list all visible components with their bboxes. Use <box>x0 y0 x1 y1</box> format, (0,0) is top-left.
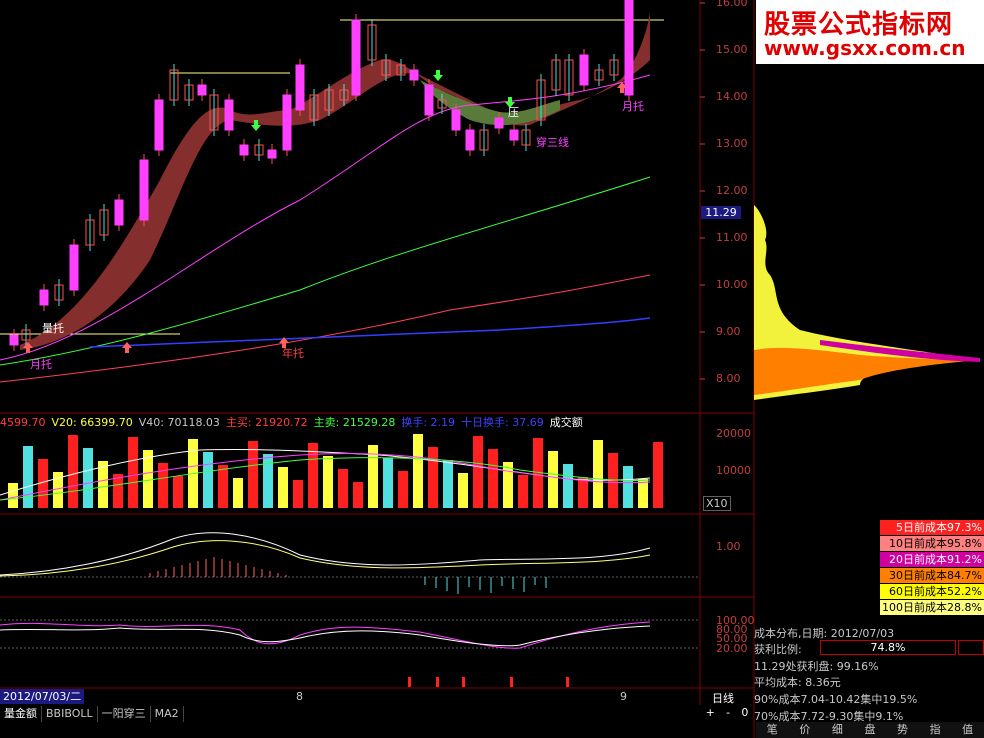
indicator-tab[interactable]: MA2 <box>151 706 184 722</box>
volume-stat: 主买: 21920.72 <box>225 416 308 429</box>
bottom-tab[interactable]: 指 <box>930 722 941 738</box>
cost-dist-title: 成本分布,日期: 2012/07/03 <box>754 627 895 640</box>
bottom-tab[interactable]: 势 <box>897 722 908 738</box>
osc1-line-yellow <box>0 540 651 577</box>
price-tick: 15.00 <box>716 43 748 56</box>
watermark-url: www.gsxx.com.cn <box>764 36 966 60</box>
zoom-controls: + - 0 <box>700 706 754 722</box>
month-label-8: 8 <box>296 690 303 703</box>
date-label: 2012/07/03/二 <box>0 689 85 704</box>
price-tick: 12.00 <box>716 184 748 197</box>
profit-label: 获利比例: <box>754 643 802 656</box>
volume-stat: 主卖: 21529.28 <box>313 416 396 429</box>
label-ya: 压 <box>508 106 519 119</box>
bottom-tabs: 笔价细盘势指值 <box>756 722 984 738</box>
label-nian-tuo: 年托 <box>282 347 304 360</box>
price-tick: 13.00 <box>716 137 748 150</box>
bottom-tab[interactable]: 值 <box>962 722 973 738</box>
osc1-line-white <box>0 532 651 576</box>
volume-stat: 十日换手: 37.69 <box>461 416 544 429</box>
profit-bar-end <box>958 640 984 655</box>
profit-at-price: 11.29处获利盘: 99.16% <box>754 660 879 673</box>
indicator-tab[interactable]: BBIBOLL <box>42 706 98 722</box>
ma-line-blue <box>89 317 651 348</box>
volume-unit: X10 <box>703 496 731 511</box>
price-tick: 16.00 <box>716 0 748 9</box>
avg-cost: 平均成本: 8.36元 <box>754 676 841 689</box>
indicator-tabs: 量金额 BBIBOLL 一阳穿三 MA2 <box>0 706 184 722</box>
osc1-histogram <box>149 557 547 594</box>
volume-bars <box>8 434 663 508</box>
indicator-tab[interactable]: 一阳穿三 <box>98 706 151 722</box>
profit-bar: 74.8% <box>820 640 956 655</box>
signal-bars <box>408 677 569 687</box>
label-yue-tuo-2: 月托 <box>622 100 644 113</box>
cost-row[interactable]: 60日前成本52.2% <box>880 584 984 599</box>
watermark-logo: 股票公式指标网 www.gsxx.com.cn <box>756 0 984 64</box>
zoom-out-button[interactable]: - <box>726 706 730 722</box>
bottom-tab[interactable]: 价 <box>799 722 810 738</box>
cost-row[interactable]: 20日前成本91.2% <box>880 552 984 567</box>
cost-90: 90%成本7.04-10.42集中19.5% <box>754 693 918 706</box>
indicator-tab[interactable]: 量金额 <box>0 706 42 722</box>
price-tick: 9.00 <box>716 325 741 338</box>
cost-row[interactable]: 5日前成本97.3% <box>880 520 984 535</box>
axis-tick: 20000 <box>716 427 751 440</box>
month-label-9: 9 <box>620 690 627 703</box>
volume-header: 4599.70 V20: 66399.70 V40: 70118.03 主买: 219… <box>0 414 589 430</box>
stock-chart-window: 16.00 15.00 14.00 13.00 12.00 11.00 10.00 9.00 8… <box>0 0 984 738</box>
bottom-tab[interactable]: 盘 <box>864 722 875 738</box>
volume-stat: V40: 70118.03 <box>138 416 220 429</box>
price-tick: 11.00 <box>716 231 748 244</box>
cost-row[interactable]: 100日前成本28.8% <box>880 600 984 615</box>
zoom-reset-button[interactable]: 0 <box>741 706 748 722</box>
label-yue-tuo-1: 月托 <box>30 358 52 371</box>
axis-tick: 1.00 <box>716 540 741 553</box>
price-tick: 8.00 <box>716 372 741 385</box>
volume-stat: 换手: 2.19 <box>401 416 456 429</box>
current-price-box: 11.29 <box>701 206 741 219</box>
axis-tick: 20.00 <box>716 642 748 655</box>
volume-stat: 4599.70 <box>0 416 46 429</box>
bottom-tab[interactable]: 细 <box>832 722 843 738</box>
bottom-tab[interactable]: 笔 <box>767 722 778 738</box>
label-liang-tuo: 量托 <box>42 322 64 335</box>
volume-stat: V20: 66399.70 <box>51 416 133 429</box>
cost-row[interactable]: 30日前成本84.7% <box>880 568 984 583</box>
axis-tick: 10000 <box>716 464 751 477</box>
osc2-line-magenta <box>0 621 651 649</box>
price-tick: 14.00 <box>716 90 748 103</box>
cost-row[interactable]: 10日前成本95.8% <box>880 536 984 551</box>
volume-stat: 成交额 <box>549 416 583 429</box>
ma-line-magenta <box>0 74 651 361</box>
price-tick: 10.00 <box>716 278 748 291</box>
period-label[interactable]: 日线 <box>712 690 734 706</box>
zoom-in-button[interactable]: + <box>706 706 715 722</box>
label-chuan-san-xian: 穿三线 <box>536 136 569 149</box>
